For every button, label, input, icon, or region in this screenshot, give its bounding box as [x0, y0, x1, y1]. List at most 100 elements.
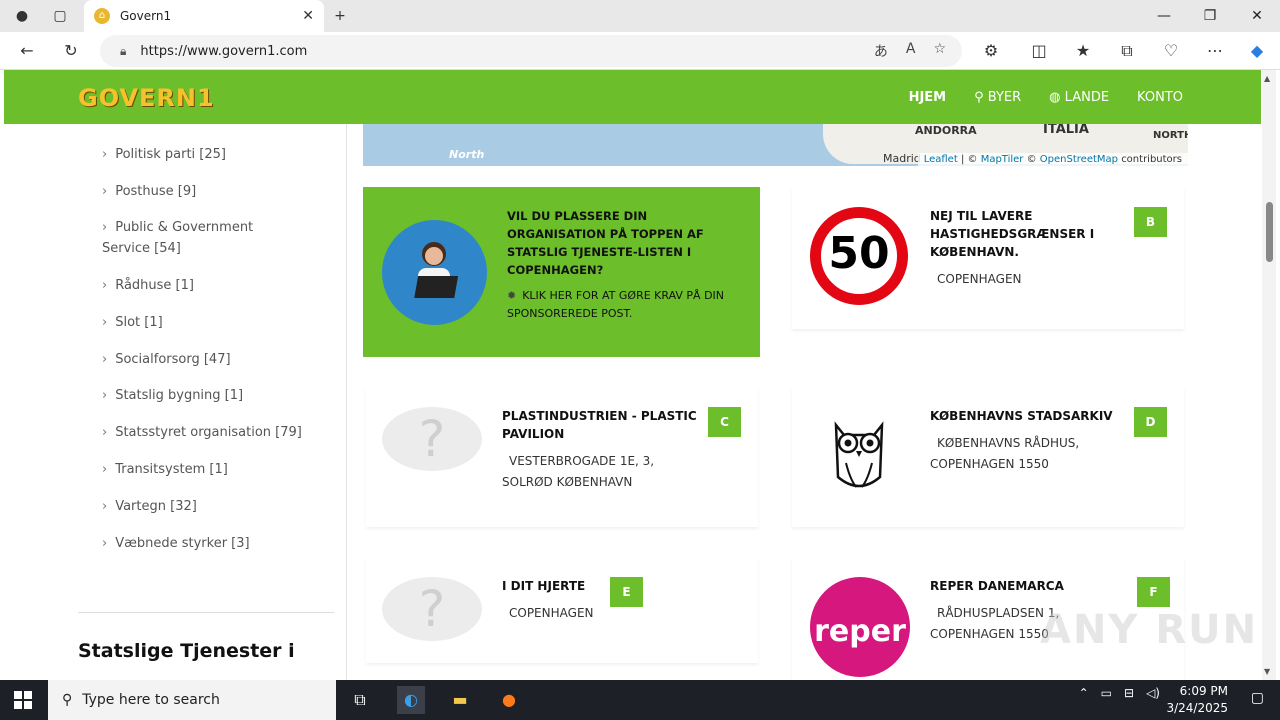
favorites-icon[interactable]: ★	[1072, 40, 1094, 62]
listing-badge: F	[1137, 577, 1170, 607]
category-link[interactable]: Public & Government Service [54]	[102, 217, 262, 259]
title-bar: ● ▢ ⌂ Govern1 ✕ + — ❐ ✕	[0, 0, 1280, 32]
category-link[interactable]: Posthuse [9]	[102, 181, 302, 202]
listing-name[interactable]: REPER DANEMARCA	[930, 577, 1130, 595]
more-options-icon[interactable]: ⋯	[1204, 40, 1226, 62]
search-icon: ⚲	[62, 692, 73, 708]
category-link[interactable]: Slot [1]	[102, 312, 302, 333]
minimize-button[interactable]: —	[1152, 4, 1176, 28]
attribution-tail: contributors	[1121, 154, 1182, 165]
battery-icon[interactable]: ▭	[1101, 686, 1112, 700]
nav-konto[interactable]: KONTO	[1137, 90, 1183, 105]
task-view-icon[interactable]: ⧉	[346, 686, 374, 714]
listing-badge: E	[610, 577, 643, 607]
listing-address: KØBENHAVNS RÅDHUS, COPENHAGEN 1550	[930, 436, 1080, 471]
refresh-icon[interactable]: ↻	[60, 40, 82, 62]
clock-date: 3/24/2025	[1166, 701, 1228, 715]
firefox-app-icon[interactable]: ●	[495, 686, 523, 714]
category-link[interactable]: Statslig bygning [1]	[102, 385, 302, 406]
profile-icon[interactable]: ●	[12, 6, 32, 26]
listing-badge: D	[1134, 407, 1167, 437]
browser-toolbar: ← ↻ 🔒︎ https://www.govern1.com あ A ☆ ⚙ ◫…	[0, 32, 1280, 70]
listing-name[interactable]: PLASTINDUSTRIEN - PLASTIC PAVILION	[502, 407, 702, 443]
owl-logo-image	[834, 421, 884, 488]
read-aloud-icon[interactable]: A	[906, 41, 916, 61]
listing-card[interactable]: KØBENHAVNS STADSARKIV KØBENHAVNS RÅDHUS,…	[792, 387, 1184, 527]
listing-address: VESTERBROGADE 1E, 3, SOLRØD KØBENHAVN	[502, 454, 655, 489]
promo-image	[382, 220, 487, 325]
close-window-button[interactable]: ✕	[1245, 4, 1269, 28]
page-scrollbar[interactable]: ▲ ▼	[1262, 70, 1276, 680]
listing-name[interactable]: KØBENHAVNS STADSARKIV	[930, 407, 1130, 425]
tab-close-icon[interactable]: ✕	[302, 8, 314, 24]
windows-start-icon[interactable]	[14, 691, 32, 709]
listing-badge: B	[1134, 207, 1167, 237]
nav-byer[interactable]: ⚲ BYER	[974, 90, 1021, 105]
site-header: GOVERN1 HJEM ⚲ BYER ◍ LANDE KONTO	[4, 70, 1261, 124]
maximize-button[interactable]: ❐	[1198, 4, 1222, 28]
tab-actions-icon[interactable]: ▢	[50, 6, 70, 26]
file-explorer-icon[interactable]: ▬	[446, 686, 474, 714]
promo-cta[interactable]: ✹ KLIK HER FOR AT GØRE KRAV PÅ DIN SPONSO…	[507, 287, 727, 323]
globe-icon: ◍	[1049, 90, 1065, 105]
notifications-icon[interactable]: ▢	[1251, 690, 1264, 706]
copilot-icon[interactable]: ◆	[1246, 40, 1268, 62]
map-attribution: Leaflet | © MapTiler © OpenStreetMap con…	[917, 153, 1188, 166]
tab-govern1[interactable]: ⌂ Govern1 ✕	[84, 0, 324, 32]
category-link[interactable]: Politisk parti [25]	[102, 144, 302, 165]
system-tray: ⌃ ▭ ⊟ ◁)	[1079, 686, 1160, 700]
category-link[interactable]: Transitsystem [1]	[102, 459, 302, 480]
category-link[interactable]: Statsstyret organisation [79]	[102, 422, 302, 443]
category-link[interactable]: Væbnede styrker [3]	[102, 533, 302, 554]
scroll-down-icon[interactable]: ▼	[1264, 667, 1270, 676]
category-link[interactable]: Vartegn [32]	[102, 496, 302, 517]
clock[interactable]: 6:09 PM 3/24/2025	[1166, 683, 1228, 717]
search-placeholder: Type here to search	[82, 692, 220, 708]
listing-card[interactable]: ? PLASTINDUSTRIEN - PLASTIC PAVILION VES…	[366, 387, 758, 527]
listing-card[interactable]: 50 NEJ TIL LAVERE HASTIGHEDSGRÆNSER I KØ…	[792, 187, 1184, 329]
listing-card[interactable]: ? I DIT HJERTE COPENHAGEN E	[366, 557, 758, 663]
network-icon[interactable]: ⊟	[1124, 686, 1134, 700]
section-title: Statslige Tjenester i	[78, 640, 295, 662]
reper-logo-image: reper	[810, 577, 910, 677]
address-bar[interactable]: 🔒︎ https://www.govern1.com あ A ☆	[100, 35, 962, 67]
taskbar-search[interactable]: ⚲ Type here to search	[48, 680, 336, 720]
promo-headline: VIL DU PLASSERE DIN ORGANISATION PÅ TOPP…	[507, 209, 704, 277]
site-favicon-icon: ⌂	[94, 8, 110, 24]
leaflet-link[interactable]: Leaflet	[924, 154, 958, 165]
map-label: North	[449, 148, 485, 161]
taskbar: ⚲ Type here to search ⧉ ◐ ▬ ● ⌃ ▭ ⊟ ◁) 6…	[0, 680, 1280, 720]
maptiler-link[interactable]: MapTiler	[981, 154, 1024, 165]
osm-link[interactable]: OpenStreetMap	[1040, 154, 1118, 165]
scroll-thumb[interactable]	[1266, 202, 1273, 262]
nav-byer-label: BYER	[987, 90, 1022, 105]
category-link[interactable]: Socialforsorg [47]	[102, 349, 302, 370]
map-label: ANDORRA	[915, 124, 977, 137]
listing-address: COPENHAGEN	[509, 606, 594, 620]
scroll-up-icon[interactable]: ▲	[1264, 74, 1270, 83]
extensions-icon[interactable]: ⚙	[980, 40, 1002, 62]
chevron-up-icon[interactable]: ⌃	[1079, 686, 1089, 700]
listing-address: COPENHAGEN	[937, 272, 1022, 286]
map[interactable]: ANDORRA ITALIA North Madrid NORTH Leafle…	[363, 124, 1188, 166]
back-icon[interactable]: ←	[16, 40, 38, 62]
site-logo[interactable]: GOVERN1	[78, 84, 215, 112]
split-screen-icon[interactable]: ◫	[1028, 40, 1050, 62]
new-tab-icon[interactable]: +	[330, 6, 350, 26]
nav-lande[interactable]: ◍ LANDE	[1049, 90, 1109, 105]
web-page: GOVERN1 HJEM ⚲ BYER ◍ LANDE KONTO Politi…	[0, 70, 1280, 680]
nav-hjem[interactable]: HJEM	[909, 90, 947, 105]
category-link[interactable]: Rådhuse [1]	[102, 275, 302, 296]
url-text: https://www.govern1.com	[140, 43, 308, 59]
listing-name[interactable]: I DIT HJERTE	[502, 577, 702, 595]
edge-app-icon[interactable]: ◐	[397, 686, 425, 714]
collections-icon[interactable]: ⧉	[1116, 40, 1138, 62]
speed-sign-image: 50	[810, 207, 908, 305]
attribution-sep: | ©	[960, 154, 978, 165]
translate-icon[interactable]: あ	[874, 41, 888, 61]
volume-icon[interactable]: ◁)	[1146, 686, 1160, 700]
sponsor-promo-card[interactable]: VIL DU PLASSERE DIN ORGANISATION PÅ TOPP…	[363, 187, 760, 357]
listing-name[interactable]: NEJ TIL LAVERE HASTIGHEDSGRÆNSER I KØBEN…	[930, 207, 1100, 261]
browser-essentials-icon[interactable]: ♡	[1160, 40, 1182, 62]
favorite-star-icon[interactable]: ☆	[933, 41, 946, 61]
